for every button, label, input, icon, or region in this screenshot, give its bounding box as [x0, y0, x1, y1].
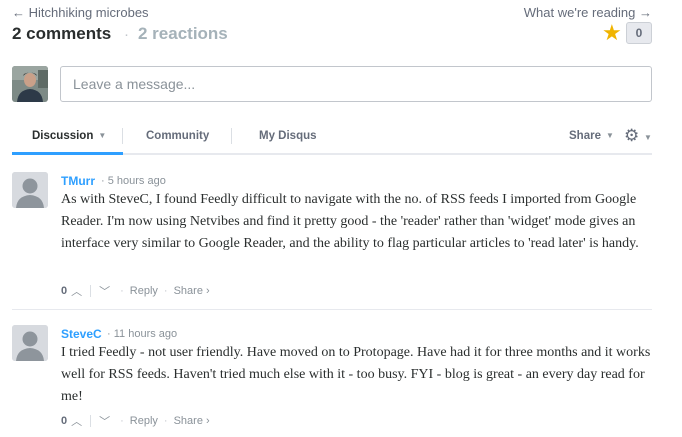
action-separator: · [163, 285, 168, 297]
comment-divider [12, 309, 652, 310]
share-comment-button[interactable]: Share › [174, 285, 210, 297]
action-separator: · [120, 285, 124, 297]
tab-discussion[interactable]: Discussion ▼ [32, 130, 106, 142]
vote-separator [90, 415, 92, 427]
vote-count: 0 [61, 415, 68, 427]
comment-timestamp[interactable]: · 11 hours ago [107, 328, 177, 340]
tab-separator [122, 128, 123, 144]
comment-avatar[interactable] [12, 325, 48, 361]
share-comment-button[interactable]: Share › [174, 415, 210, 427]
share-label: Share [569, 130, 601, 142]
vote-separator [90, 285, 92, 297]
star-icon[interactable]: ★ [602, 22, 622, 44]
comment-time-text: 5 hours ago [107, 175, 166, 187]
tab-community[interactable]: Community [146, 130, 209, 142]
gear-icon[interactable]: ⚙ [624, 126, 639, 146]
active-tab-indicator [12, 152, 123, 155]
tab-my-disqus[interactable]: My Disqus [259, 130, 317, 142]
chevron-down-icon: ▼ [605, 131, 614, 140]
next-article-link[interactable]: What we're reading → [524, 5, 652, 20]
comment-actions: 0 ︿ ﹀ · Reply · Share › [61, 283, 210, 299]
comment-actions: 0 ︿ ﹀ · Reply · Share › [61, 413, 210, 429]
comment-body: I tried Feedly - not user friendly. Have… [61, 345, 651, 404]
comment-author[interactable]: SteveC [61, 327, 102, 341]
default-avatar-icon [12, 172, 48, 208]
chevron-up-icon[interactable]: ︿ [71, 413, 82, 429]
chevron-down-icon[interactable]: ﹀ [99, 283, 110, 299]
user-photo-icon [12, 66, 48, 102]
star-count-badge: 0 [626, 22, 652, 44]
action-separator: · [163, 415, 168, 427]
tab-discussion-label: Discussion [32, 130, 94, 142]
chevron-down-icon: ▼ [98, 131, 107, 140]
default-avatar-icon [12, 325, 48, 361]
reply-button[interactable]: Reply [130, 415, 158, 427]
header-separator: · [124, 26, 129, 43]
comment-avatar[interactable] [12, 172, 48, 208]
chevron-down-icon[interactable]: ﹀ [99, 413, 110, 429]
message-input[interactable] [60, 66, 652, 102]
comment-body: As with SteveC, I found Feedly difficult… [61, 192, 639, 251]
current-user-avatar[interactable] [12, 66, 48, 102]
comments-count: 2 comments [12, 24, 112, 43]
comment-time-text: 11 hours ago [113, 328, 178, 340]
previous-article-link[interactable]: ← Hitchhiking microbes [12, 5, 149, 20]
comment-timestamp[interactable]: · 5 hours ago [101, 175, 166, 187]
chevron-down-icon: ▼ [644, 133, 652, 142]
chevron-up-icon[interactable]: ︿ [71, 283, 82, 299]
vote-count: 0 [61, 285, 68, 297]
reply-button[interactable]: Reply [130, 285, 158, 297]
reactions-count[interactable]: 2 reactions [138, 24, 228, 44]
comment-author[interactable]: TMurr [61, 174, 95, 188]
tab-separator [231, 128, 232, 144]
action-separator: · [120, 415, 124, 427]
share-menu-button[interactable]: Share ▼ [569, 130, 614, 142]
